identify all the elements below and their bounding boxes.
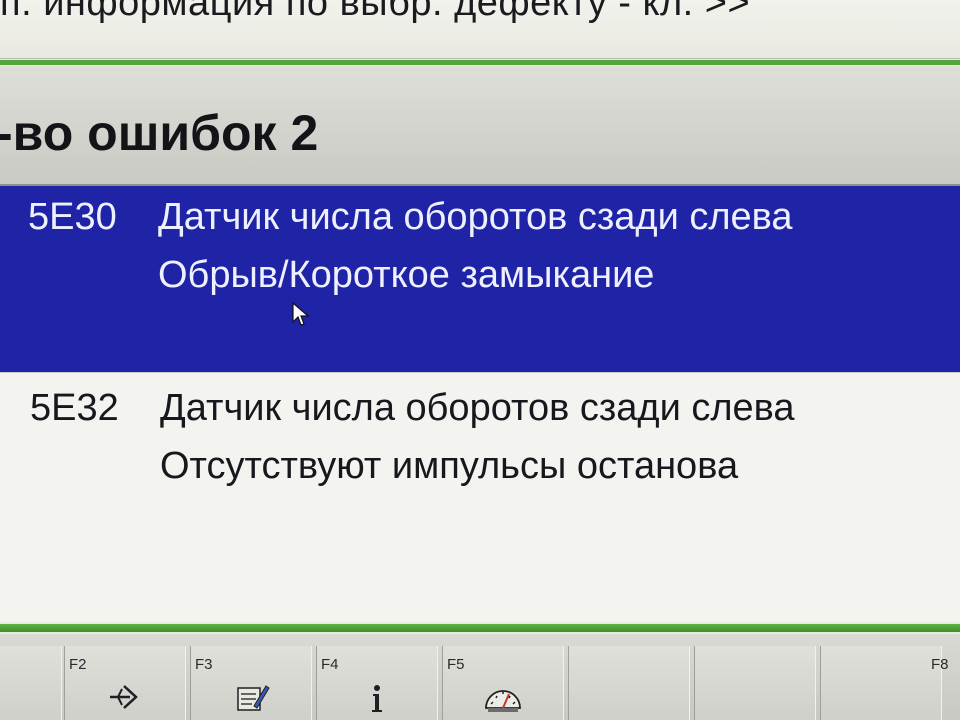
fkey-label: F3 (195, 656, 213, 673)
fault-row-5E32[interactable]: 5E32 Датчик числа оборотов сзади слева О… (0, 372, 960, 493)
defect-info-hint: п. информация по выбр. дефекту - кл. >> (0, 0, 751, 24)
fkey-label: F5 (447, 656, 465, 673)
fkey-f3[interactable]: F3 (190, 646, 312, 720)
gauge-icon (485, 690, 521, 712)
next-arrow-icon (110, 685, 138, 709)
fkey-f1[interactable] (0, 646, 62, 720)
bottom-green-divider (0, 624, 960, 632)
fault-description-line1: Датчик числа оборотов сзади слева (158, 196, 793, 238)
fault-list: 5E30 Датчик числа оборотов сзади слева О… (0, 186, 960, 622)
fault-row-5E30[interactable]: 5E30 Датчик числа оборотов сзади слева О… (0, 186, 960, 372)
fkey-label: F2 (69, 656, 87, 673)
fault-description-line2: Обрыв/Короткое замыкание (158, 254, 655, 296)
fault-count-header: -во ошибок 2 (0, 66, 960, 186)
fkey-f7[interactable] (694, 646, 816, 720)
top-green-divider (0, 60, 960, 65)
fault-code: 5E32 (30, 387, 119, 429)
fault-count-title: -во ошибок 2 (0, 105, 319, 161)
fkey-f6[interactable] (568, 646, 690, 720)
fault-code: 5E30 (28, 196, 117, 238)
fault-description-line1: Датчик числа оборотов сзади слева (160, 387, 795, 429)
fault-description: Датчик числа оборотов сзади слева Обрыв/… (158, 188, 793, 304)
fkey-label: F8 (931, 656, 949, 673)
info-icon (372, 685, 382, 712)
fkey-f2[interactable]: F2 (64, 646, 186, 720)
fkey-f8[interactable]: F8 (820, 646, 949, 720)
fault-description: Датчик числа оборотов сзади слева Отсутс… (160, 379, 795, 495)
fault-description-line2: Отсутствуют импульсы останова (160, 445, 739, 487)
info-bar: п. информация по выбр. дефекту - кл. >> (0, 0, 960, 59)
edit-note-icon (237, 685, 270, 711)
mouse-pointer-icon (292, 302, 310, 326)
function-key-bar: F2 F3 F4 F5 F8 (0, 634, 960, 720)
diagnostic-screen: п. информация по выбр. дефекту - кл. >> … (0, 0, 960, 720)
fkey-label: F4 (321, 656, 339, 673)
fkey-f4[interactable]: F4 (316, 646, 438, 720)
fkey-f5[interactable]: F5 (442, 646, 564, 720)
